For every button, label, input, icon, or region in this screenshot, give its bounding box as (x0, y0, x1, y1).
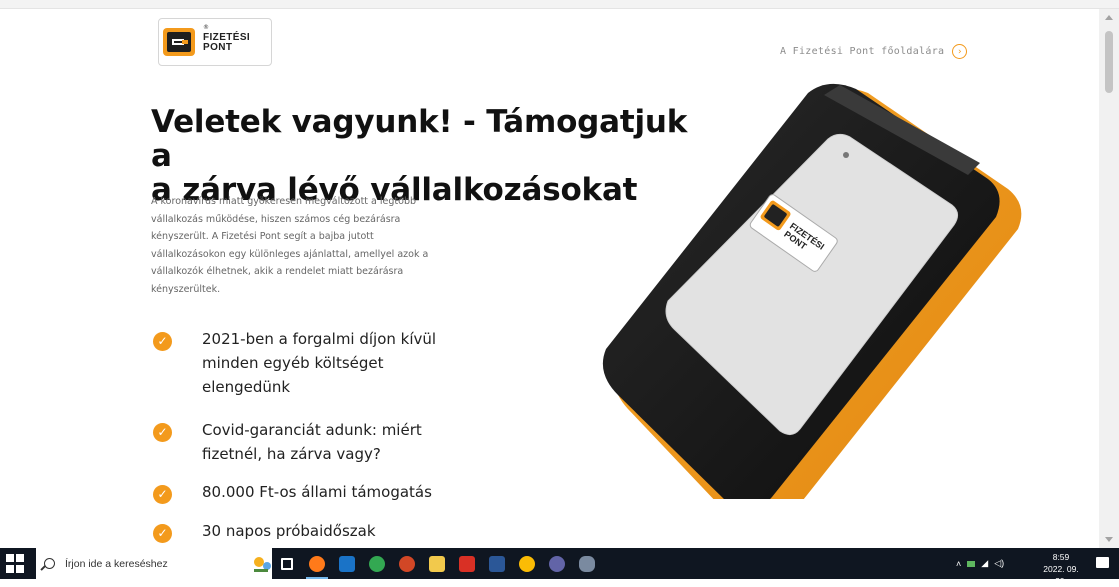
chrome-icon[interactable] (362, 548, 392, 579)
chrome-alt-icon[interactable] (512, 548, 542, 579)
payment-terminal-image: FIZETÉSI PONT (588, 79, 1048, 531)
logo-text: FIZETÉSI PONT (203, 33, 250, 53)
taskbar-clock[interactable]: 8:59 2022. 09. 20. (1040, 551, 1082, 587)
scroll-down-arrow-icon[interactable] (1105, 537, 1113, 542)
clock-date: 2022. 09. 20. (1043, 564, 1079, 586)
notification-center-icon[interactable] (1096, 557, 1109, 568)
windows-start-icon[interactable] (6, 554, 26, 574)
wifi-icon[interactable]: ◢ (981, 558, 988, 569)
browser-top-edge (0, 0, 1119, 9)
scroll-up-arrow-icon[interactable] (1105, 15, 1113, 20)
outlook-icon[interactable] (332, 548, 362, 579)
feature-item: ✓ 30 napos próbaidőszak (151, 519, 376, 543)
home-page-link-label: A Fizetési Pont főoldalára (780, 46, 945, 57)
volume-icon[interactable]: ◁) (994, 558, 1004, 569)
taskbar-search-placeholder: Írjon ide a kereséshez (65, 557, 168, 570)
feature-item: ✓ 80.000 Ft-os állami támogatás (151, 480, 432, 504)
feature-item: ✓ Covid-garanciát adunk: miért fizetnél,… (151, 418, 422, 466)
check-circle-icon: ✓ (153, 524, 172, 543)
check-circle-icon: ✓ (153, 485, 172, 504)
system-tray: ˄ ◢ ◁) (956, 548, 1004, 579)
search-icon (44, 558, 55, 569)
intro-paragraph: A koronavírus miatt gyökeresen megváltoz… (151, 193, 466, 298)
scrollbar-thumb[interactable] (1105, 31, 1113, 93)
intro-line: vállalkozásokon egy különleges ajánlatta… (151, 248, 429, 260)
acrobat-icon[interactable] (452, 548, 482, 579)
chevron-up-icon[interactable]: ˄ (956, 559, 961, 569)
taskbar-search-box[interactable]: Írjon ide a kereséshez (36, 548, 272, 579)
vertical-scrollbar[interactable] (1099, 9, 1119, 548)
task-view-icon[interactable] (272, 548, 302, 579)
feature-text-line: elengedünk (202, 378, 291, 396)
feature-text-line: 2021-ben a forgalmi díjon kívül (202, 330, 437, 348)
paint-icon[interactable] (572, 548, 602, 579)
feature-text-line: 30 napos próbaidőszak (202, 522, 376, 540)
web-page: ® FIZETÉSI PONT A Fizetési Pont főoldalá… (0, 9, 1099, 548)
network-icon[interactable] (967, 560, 976, 567)
check-circle-icon: ✓ (153, 423, 172, 442)
file-explorer-icon[interactable] (422, 548, 452, 579)
fizetesi-pont-logo[interactable]: ® FIZETÉSI PONT (158, 18, 272, 66)
feature-text-line: minden egyéb költséget (202, 354, 384, 372)
intro-line: vállalkozás működése, hiszen számos cég … (151, 213, 401, 225)
feature-item: ✓ 2021-ben a forgalmi díjon kívül minden… (151, 327, 436, 399)
powerpoint-icon[interactable] (392, 548, 422, 579)
home-page-link[interactable]: A Fizetési Pont főoldalára › (780, 44, 968, 59)
clock-time: 8:59 (1052, 552, 1070, 562)
check-circle-icon: ✓ (153, 332, 172, 351)
windows-taskbar: Írjon ide a kereséshez ˄ ◢ ◁) 8:59 2022.… (0, 548, 1119, 586)
word-icon[interactable] (482, 548, 512, 579)
intro-line: vállalkozók élhetnek, akik a rendelet mi… (151, 266, 404, 277)
intro-line: kényszerültek. (151, 283, 221, 295)
card-terminal-logo-icon (163, 28, 195, 56)
feature-text-line: Covid-garanciát adunk: miért (202, 421, 422, 439)
logo-line-2: PONT (203, 42, 233, 53)
feature-text-line: fizetnél, ha zárva vagy? (202, 445, 381, 463)
intro-line: A koronavírus miatt gyökeresen megváltoz… (151, 196, 417, 207)
teams-icon[interactable] (542, 548, 572, 579)
firefox-icon[interactable] (302, 548, 332, 579)
payment-terminal-illustration: FIZETÉSI PONT (602, 83, 1022, 531)
logo-registered-mark: ® (203, 24, 209, 31)
chevron-right-circle-icon: › (952, 44, 968, 59)
taskbar-pinned-apps (272, 548, 602, 579)
feature-text-line: 80.000 Ft-os állami támogatás (202, 483, 432, 501)
intro-line: kényszerült. A Fizetési Pont segít a baj… (151, 231, 374, 242)
